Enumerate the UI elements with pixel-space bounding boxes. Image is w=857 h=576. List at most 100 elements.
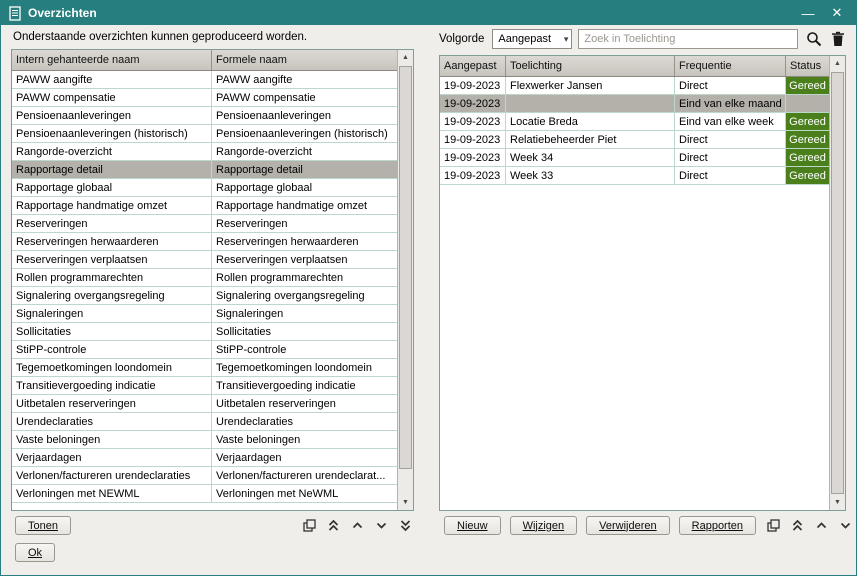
column-header-frequentie[interactable]: Frequentie bbox=[675, 56, 786, 76]
column-header-formele-naam[interactable]: Formele naam bbox=[212, 50, 397, 70]
scrollbar-track[interactable] bbox=[398, 65, 413, 495]
table-row[interactable]: Tegemoetkomingen loondomeinTegemoetkomin… bbox=[12, 359, 397, 377]
volgorde-label: Volgorde bbox=[439, 33, 484, 45]
table-row[interactable]: Reserveringen herwaarderenReserveringen … bbox=[12, 233, 397, 251]
table-row[interactable]: VerjaardagenVerjaardagen bbox=[12, 449, 397, 467]
move-up-button[interactable] bbox=[813, 517, 830, 534]
volgorde-select[interactable]: Aangepast ▾ bbox=[492, 29, 572, 49]
cell-intern-naam: Pensioenaanleveringen (historisch) bbox=[12, 125, 212, 142]
cell-frequentie: Direct bbox=[675, 77, 786, 94]
cell-frequentie: Eind van elke week bbox=[675, 113, 786, 130]
scroll-down-icon[interactable]: ▼ bbox=[830, 495, 845, 510]
cell-formele-naam: Transitievergoeding indicatie bbox=[212, 377, 397, 394]
table-row[interactable]: Rangorde-overzichtRangorde-overzicht bbox=[12, 143, 397, 161]
cell-intern-naam: Pensioenaanleveringen bbox=[12, 107, 212, 124]
verwijderen-button[interactable]: Verwijderen bbox=[586, 516, 669, 535]
left-table-header: Intern gehanteerde naam Formele naam bbox=[12, 50, 397, 71]
right-scrollbar[interactable]: ▲ ▼ bbox=[829, 56, 845, 510]
cell-aangepast: 19-09-2023 bbox=[440, 113, 506, 130]
titlebar[interactable]: Overzichten — ✕ bbox=[1, 1, 856, 25]
cell-frequentie: Direct bbox=[675, 167, 786, 184]
cell-formele-naam: Sollicitaties bbox=[212, 323, 397, 340]
scrollbar-thumb[interactable] bbox=[831, 72, 844, 494]
table-row[interactable]: Rapportage detailRapportage detail bbox=[12, 161, 397, 179]
column-header-status[interactable]: Status bbox=[786, 56, 829, 76]
cell-intern-naam: Verjaardagen bbox=[12, 449, 212, 466]
tonen-button[interactable]: Tonen bbox=[15, 516, 71, 535]
cell-intern-naam: Rangorde-overzicht bbox=[12, 143, 212, 160]
table-row[interactable]: Pensioenaanleveringen (historisch)Pensio… bbox=[12, 125, 397, 143]
trash-icon bbox=[831, 31, 845, 47]
chevron-down-icon bbox=[839, 519, 852, 532]
minimize-button[interactable]: — bbox=[797, 6, 819, 21]
table-row[interactable]: Rollen programmarechtenRollen programmar… bbox=[12, 269, 397, 287]
table-row[interactable]: PAWW compensatiePAWW compensatie bbox=[12, 89, 397, 107]
cell-status: Gereed bbox=[786, 113, 829, 130]
cell-formele-naam: Vaste beloningen bbox=[212, 431, 397, 448]
rapporten-button[interactable]: Rapporten bbox=[679, 516, 756, 535]
table-row[interactable]: SignaleringenSignaleringen bbox=[12, 305, 397, 323]
search-button[interactable] bbox=[805, 31, 822, 48]
table-row[interactable]: 19-09-2023Eind van elke maand bbox=[440, 95, 829, 113]
close-button[interactable]: ✕ bbox=[826, 5, 848, 21]
ok-button[interactable]: Ok bbox=[15, 543, 55, 562]
table-row[interactable]: Signalering overgangsregelingSignalering… bbox=[12, 287, 397, 305]
table-row[interactable]: 19-09-2023Week 34DirectGereed bbox=[440, 149, 829, 167]
move-top-button[interactable] bbox=[325, 517, 342, 534]
table-row[interactable]: Rapportage handmatige omzetRapportage ha… bbox=[12, 197, 397, 215]
copy-icon bbox=[303, 519, 316, 532]
scroll-up-icon[interactable]: ▲ bbox=[398, 50, 413, 65]
table-row[interactable]: UrendeclaratiesUrendeclaraties bbox=[12, 413, 397, 431]
table-row[interactable]: 19-09-2023Week 33DirectGereed bbox=[440, 167, 829, 185]
table-row[interactable]: StiPP-controleStiPP-controle bbox=[12, 341, 397, 359]
delete-button[interactable] bbox=[829, 31, 846, 48]
table-row[interactable]: PAWW aangiftePAWW aangifte bbox=[12, 71, 397, 89]
right-toolbar: Volgorde Aangepast ▾ bbox=[439, 28, 846, 50]
move-down-button[interactable] bbox=[373, 517, 390, 534]
cell-status bbox=[786, 95, 829, 112]
table-row[interactable]: 19-09-2023Flexwerker JansenDirectGereed bbox=[440, 77, 829, 95]
table-row[interactable]: Rapportage globaalRapportage globaal bbox=[12, 179, 397, 197]
move-up-button[interactable] bbox=[349, 517, 366, 534]
table-row[interactable]: Verlonen/factureren urendeclaratiesVerlo… bbox=[12, 467, 397, 485]
table-row[interactable]: Verloningen met NEWMLVerloningen met NeW… bbox=[12, 485, 397, 503]
copy-icon bbox=[767, 519, 780, 532]
column-header-aangepast[interactable]: Aangepast bbox=[440, 56, 506, 76]
table-row[interactable]: Uitbetalen reserveringenUitbetalen reser… bbox=[12, 395, 397, 413]
table-row[interactable]: SollicitatiesSollicitaties bbox=[12, 323, 397, 341]
scrollbar-track[interactable] bbox=[830, 71, 845, 495]
cell-formele-naam: PAWW compensatie bbox=[212, 89, 397, 106]
scroll-up-icon[interactable]: ▲ bbox=[830, 56, 845, 71]
cell-formele-naam: Signaleringen bbox=[212, 305, 397, 322]
cell-intern-naam: Reserveringen verplaatsen bbox=[12, 251, 212, 268]
left-scrollbar[interactable]: ▲ ▼ bbox=[397, 50, 413, 510]
move-down-button[interactable] bbox=[837, 517, 854, 534]
column-header-intern-naam[interactable]: Intern gehanteerde naam bbox=[12, 50, 212, 70]
cell-toelichting: Locatie Breda bbox=[506, 113, 675, 130]
cell-formele-naam: Rapportage handmatige omzet bbox=[212, 197, 397, 214]
table-row[interactable]: PensioenaanleveringenPensioenaanlevering… bbox=[12, 107, 397, 125]
scroll-down-icon[interactable]: ▼ bbox=[398, 495, 413, 510]
table-row[interactable]: Transitievergoeding indicatieTransitieve… bbox=[12, 377, 397, 395]
table-row[interactable]: Reserveringen verplaatsenReserveringen v… bbox=[12, 251, 397, 269]
cell-frequentie: Eind van elke maand bbox=[675, 95, 786, 112]
nieuw-button[interactable]: Nieuw bbox=[444, 516, 501, 535]
table-row[interactable]: 19-09-2023Relatiebeheerder PietDirectGer… bbox=[440, 131, 829, 149]
cell-toelichting: Week 33 bbox=[506, 167, 675, 184]
copy-button[interactable] bbox=[765, 517, 782, 534]
move-top-button[interactable] bbox=[789, 517, 806, 534]
cell-intern-naam: StiPP-controle bbox=[12, 341, 212, 358]
column-header-toelichting[interactable]: Toelichting bbox=[506, 56, 675, 76]
table-row[interactable]: Vaste beloningenVaste beloningen bbox=[12, 431, 397, 449]
search-input[interactable] bbox=[578, 29, 798, 49]
scrollbar-thumb[interactable] bbox=[399, 66, 412, 469]
right-actions: Nieuw Wijzigen Verwijderen Rapporten bbox=[439, 516, 846, 535]
double-chevron-up-icon bbox=[327, 519, 340, 532]
table-row[interactable]: 19-09-2023Locatie BredaEind van elke wee… bbox=[440, 113, 829, 131]
wijzigen-button[interactable]: Wijzigen bbox=[510, 516, 578, 535]
cell-formele-naam: Urendeclaraties bbox=[212, 413, 397, 430]
copy-button[interactable] bbox=[301, 517, 318, 534]
table-row[interactable]: ReserveringenReserveringen bbox=[12, 215, 397, 233]
cell-formele-naam: Pensioenaanleveringen bbox=[212, 107, 397, 124]
move-bottom-button[interactable] bbox=[397, 517, 414, 534]
